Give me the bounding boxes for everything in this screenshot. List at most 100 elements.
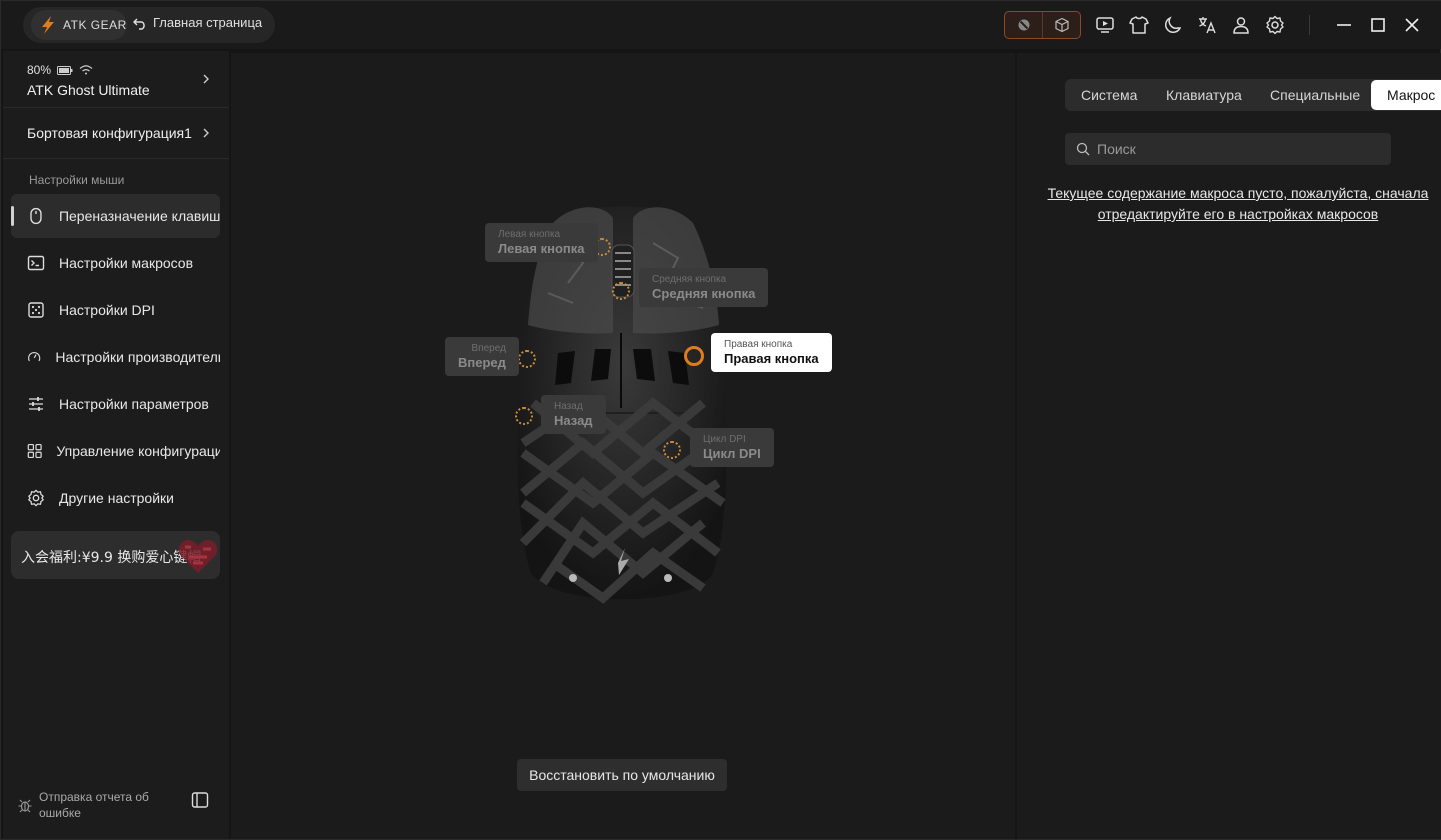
connection-toggle-group	[1004, 11, 1081, 39]
sidebar: 80% ATK Ghost Ultimate Бортовая конфигур…	[3, 51, 229, 839]
nav-label: Настройки производительности	[55, 349, 220, 365]
minimize-button[interactable]	[1332, 13, 1356, 37]
config-label: Бортовая конфигурация1	[27, 125, 192, 141]
mouse-icon	[30, 207, 42, 225]
app-window: ATK GEAR Главная страница 80% ATK Ghost …	[0, 0, 1441, 840]
theme-button[interactable]	[1161, 13, 1185, 37]
nav-other-settings[interactable]: Другие настройки	[11, 476, 220, 520]
divider	[3, 107, 229, 108]
titlebar-separator	[1309, 15, 1310, 35]
section-title: Настройки мыши	[29, 173, 125, 187]
right-button-hotspot[interactable]	[684, 346, 704, 366]
callout-title: Цикл DPI	[703, 446, 761, 461]
nav-key-remap[interactable]: Переназначение клавиш	[11, 194, 220, 238]
callout-caption: Правая кнопка	[724, 339, 793, 350]
forward-button-hotspot[interactable]	[518, 350, 536, 368]
disable-button[interactable]	[1005, 12, 1042, 38]
nav-label: Переназначение клавиш	[58, 208, 220, 224]
callout-title: Правая кнопка	[724, 351, 819, 366]
grid-icon	[27, 443, 42, 459]
device-selector[interactable]: 80% ATK Ghost Ultimate	[3, 51, 229, 105]
nav-performance-settings[interactable]: Настройки производительности	[11, 335, 220, 379]
bug-report-text: Отправка отчета об ошибке	[39, 790, 149, 820]
nav-label: Управление конфигурациями	[56, 443, 220, 459]
device-status: 80%	[27, 63, 93, 77]
title-bar: ATK GEAR Главная страница	[1, 1, 1441, 49]
shirt-icon	[1129, 16, 1149, 34]
lightning-logo-icon	[42, 16, 54, 34]
cube-icon	[1054, 17, 1069, 33]
function-tabs: Система Клавиатура Специальные Макрос	[1065, 79, 1441, 111]
cube-button[interactable]	[1042, 12, 1080, 38]
gear-icon	[1266, 15, 1284, 35]
wifi-icon	[79, 65, 93, 75]
video-tutorial-button[interactable]	[1093, 13, 1117, 37]
maximize-icon	[1371, 18, 1385, 32]
brand-logo[interactable]: ATK GEAR	[31, 10, 127, 40]
callout-title: Назад	[554, 413, 593, 428]
callout-title: Вперед	[458, 355, 506, 370]
main-panel: Левая кнопка Левая кнопка Средняя кнопка…	[231, 53, 1015, 839]
tab-keyboard[interactable]: Клавиатура	[1166, 79, 1242, 111]
home-link[interactable]: Главная страница	[133, 15, 262, 30]
onboard-config-selector[interactable]: Бортовая конфигурация1	[3, 113, 229, 153]
active-indicator	[11, 206, 14, 226]
terminal-icon	[27, 255, 45, 271]
callout-title: Левая кнопка	[498, 241, 585, 256]
bug-icon	[18, 799, 32, 813]
nav-dpi-settings[interactable]: Настройки DPI	[11, 288, 220, 332]
brand-name: ATK GEAR	[63, 18, 127, 32]
callout-caption: Вперед	[471, 343, 506, 354]
middle-button-hotspot[interactable]	[612, 282, 630, 300]
callout-caption: Назад	[554, 401, 583, 412]
back-button-hotspot[interactable]	[515, 407, 533, 425]
maximize-button[interactable]	[1366, 13, 1390, 37]
nav-label: Настройки параметров	[59, 396, 209, 412]
back-button-callout[interactable]: Назад Назад	[541, 395, 606, 434]
collapse-sidebar-button[interactable]	[191, 791, 209, 809]
close-icon	[1405, 18, 1419, 32]
bug-report-link[interactable]: Отправка отчета об ошибке	[17, 789, 159, 821]
tab-macro[interactable]: Макрос	[1371, 80, 1441, 110]
right-button-callout[interactable]: Правая кнопка Правая кнопка	[711, 333, 832, 372]
skin-button[interactable]	[1127, 13, 1151, 37]
left-button-callout[interactable]: Левая кнопка Левая кнопка	[485, 223, 598, 262]
dice-icon	[28, 302, 44, 318]
middle-button-callout[interactable]: Средняя кнопка Средняя кнопка	[639, 268, 769, 307]
gauge-icon	[28, 351, 41, 362]
nav-label: Настройки DPI	[59, 302, 155, 318]
minimize-icon	[1337, 24, 1351, 26]
search-box	[1065, 133, 1391, 165]
prohibit-icon	[1018, 19, 1029, 31]
close-button[interactable]	[1400, 13, 1424, 37]
tab-special[interactable]: Специальные	[1270, 79, 1360, 111]
restore-defaults-button[interactable]: Восстановить по умолчанию	[517, 759, 727, 791]
empty-macro-message[interactable]: Текущее содержание макроса пусто, пожалу…	[1037, 183, 1439, 225]
nav-label: Другие настройки	[59, 490, 174, 506]
battery-level: 80%	[27, 63, 52, 77]
tab-system[interactable]: Система	[1081, 79, 1137, 111]
nav-config-management[interactable]: Управление конфигурациями	[11, 429, 220, 473]
promo-text: 入会福利:¥9.9 换购爱心键帽	[21, 550, 202, 566]
promo-banner[interactable]: 入会福利:¥9.9 换购爱心键帽	[11, 531, 220, 579]
callout-caption: Средняя кнопка	[652, 274, 727, 285]
translate-icon	[1199, 17, 1216, 34]
gear-icon	[28, 489, 44, 507]
callout-caption: Цикл DPI	[703, 434, 746, 445]
nav-label: Настройки макросов	[59, 255, 194, 271]
search-input[interactable]	[1097, 133, 1383, 165]
nav-macro-settings[interactable]: Настройки макросов	[11, 241, 220, 285]
settings-button[interactable]	[1263, 13, 1287, 37]
account-button[interactable]	[1229, 13, 1253, 37]
dpi-button-hotspot[interactable]	[663, 441, 681, 459]
video-icon	[1096, 17, 1114, 33]
undo-icon	[133, 17, 145, 30]
divider	[3, 158, 229, 159]
search-icon	[1076, 142, 1090, 156]
nav-parameter-settings[interactable]: Настройки параметров	[11, 382, 220, 426]
dpi-button-callout[interactable]: Цикл DPI Цикл DPI	[690, 428, 774, 467]
device-name: ATK Ghost Ultimate	[27, 82, 150, 98]
forward-button-callout[interactable]: Вперед Вперед	[445, 337, 519, 376]
language-button[interactable]	[1195, 13, 1219, 37]
moon-icon	[1164, 16, 1182, 34]
